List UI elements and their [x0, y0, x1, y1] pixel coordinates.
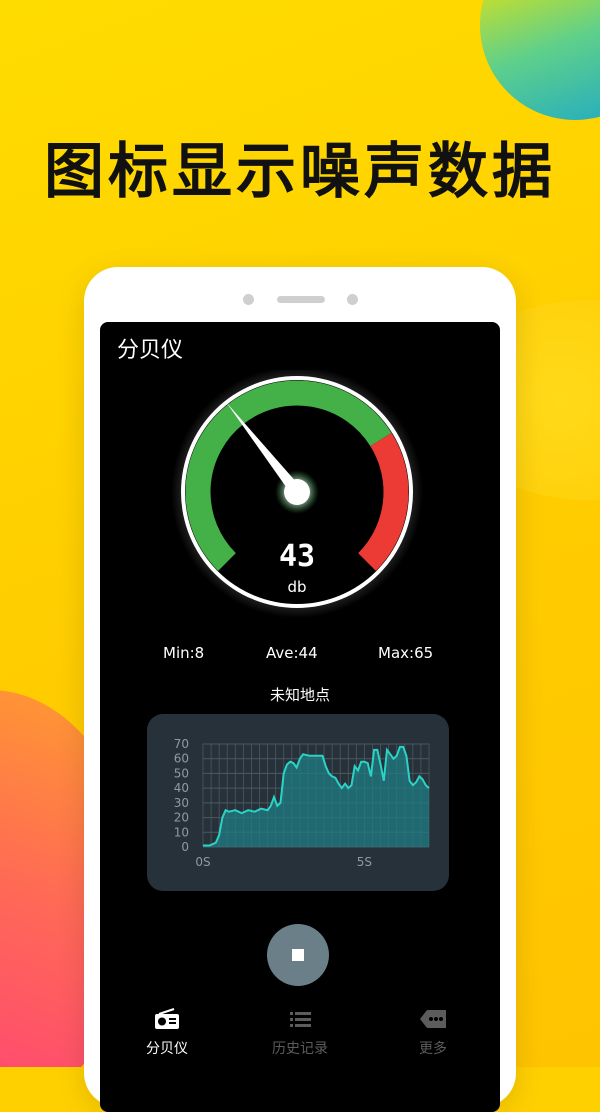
nav-label-more: 更多 [419, 1041, 447, 1057]
more-tag-icon [420, 1010, 446, 1028]
nav-label-decibel: 分贝仪 [146, 1041, 188, 1057]
y-tick-label: 20 [174, 811, 189, 825]
y-tick-label: 30 [174, 796, 189, 810]
noise-chart: 706050403020100 0S 5S [174, 737, 430, 869]
app-title: 分贝仪 [117, 338, 184, 363]
radio-icon [155, 1008, 179, 1029]
decor-blob-top-right [480, 0, 600, 120]
y-tick-label: 0 [181, 840, 189, 854]
y-tick-label: 70 [174, 737, 189, 751]
y-tick-label: 60 [174, 752, 189, 766]
list-icon [290, 1012, 311, 1027]
x-tick-label: 5S [357, 855, 372, 869]
nav-tab-history[interactable]: 历史记录 [255, 1008, 345, 1058]
gauge-value: 43 [279, 539, 315, 574]
phone-sensor-dot [243, 294, 254, 305]
chart-area-fill [203, 746, 429, 847]
history-chart-card: 70 60 50 40 30 20 10 0 0S 5S [147, 714, 449, 891]
promo-headline: 图标显示噪声数据 [44, 137, 556, 207]
phone-speaker [277, 296, 325, 303]
y-tick-label: 40 [174, 781, 189, 795]
x-tick-label: 0S [195, 855, 210, 869]
stat-min: Min:8 [163, 644, 205, 662]
nav-tab-more[interactable]: 更多 [388, 1008, 478, 1058]
stop-square-icon [292, 949, 304, 961]
nav-label-history: 历史记录 [272, 1041, 328, 1057]
phone-frame: 分贝仪 43 db Min:8 Ave:44 Max:65 未知地点 70 60… [84, 267, 516, 1112]
decibel-gauge: 43 db [171, 370, 423, 618]
y-tick-label: 10 [174, 825, 189, 839]
location-label: 未知地点 [269, 686, 330, 704]
phone-camera-dot [347, 294, 358, 305]
stat-average: Ave:44 [266, 644, 318, 662]
needle-hub [284, 479, 310, 505]
stop-button[interactable] [267, 924, 329, 986]
y-tick-label: 50 [174, 766, 189, 780]
app-screen: 分贝仪 43 db Min:8 Ave:44 Max:65 未知地点 70 60… [100, 322, 500, 1112]
gauge-unit: db [287, 578, 306, 596]
stat-max: Max:65 [378, 644, 434, 662]
nav-tab-decibel[interactable]: 分贝仪 [122, 1008, 212, 1058]
